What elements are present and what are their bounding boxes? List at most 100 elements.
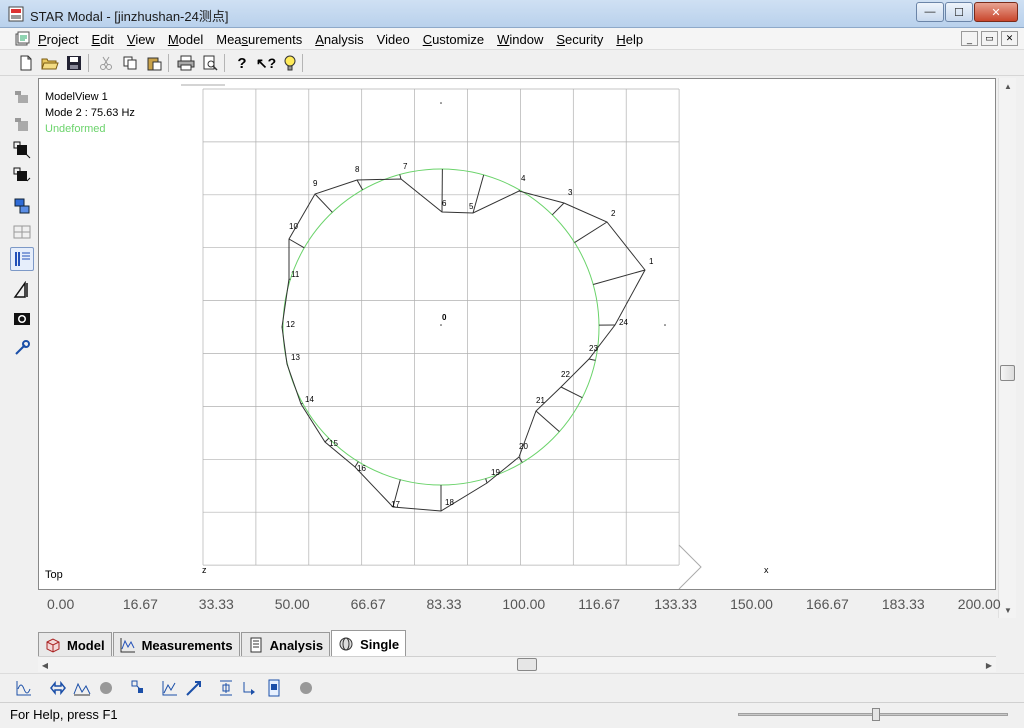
scroll-left-icon[interactable]: ◀	[38, 657, 52, 673]
tab-measurements[interactable]: Measurements	[112, 632, 240, 657]
print-icon[interactable]	[176, 53, 196, 73]
tab-analysis[interactable]: Analysis	[240, 632, 331, 657]
animation-speed-thumb[interactable]	[872, 708, 880, 721]
menu-customize[interactable]: Customize	[423, 32, 484, 47]
record-disabled-icon[interactable]	[296, 678, 316, 698]
rotate-view-icon[interactable]	[10, 194, 34, 218]
help-icon[interactable]: ?	[232, 53, 252, 73]
measurements-chart-icon	[120, 638, 135, 653]
menu-window[interactable]: Window	[497, 32, 543, 47]
node-label: 16	[357, 464, 366, 473]
menu-edit[interactable]: Edit	[91, 32, 113, 47]
horizontal-scroll-thumb[interactable]	[517, 658, 537, 671]
menu-help[interactable]: Help	[616, 32, 643, 47]
single-globe-icon	[339, 637, 353, 651]
displacement-lines	[282, 169, 646, 511]
menu-project[interactable]: Project	[38, 32, 78, 47]
model-drawing[interactable]: z x 1234567891011121314151617 18192021222…	[39, 79, 995, 589]
menu-view[interactable]: View	[127, 32, 155, 47]
cut-icon[interactable]	[96, 53, 116, 73]
vertical-scrollbar[interactable]: ▲ ▼	[998, 78, 1016, 618]
node-label: 14	[305, 395, 314, 404]
status-text: For Help, press F1	[10, 707, 118, 722]
scale-arrow-icon[interactable]	[184, 678, 204, 698]
node-select-icon[interactable]	[128, 678, 148, 698]
node-label: 11	[291, 270, 300, 279]
trace-icon[interactable]	[160, 678, 180, 698]
maximize-button[interactable]: ☐	[945, 2, 973, 22]
tab-single[interactable]: Single	[331, 630, 407, 657]
node-label: 4	[521, 174, 526, 183]
ruler-tick: 133.33	[654, 596, 698, 612]
grid-view-icon[interactable]	[10, 220, 34, 244]
tab-model-label: Model	[67, 637, 105, 653]
context-help-icon[interactable]: ↖?	[256, 53, 276, 73]
ruler-tick: 116.67	[578, 596, 621, 612]
tab-analysis-label: Analysis	[269, 637, 324, 653]
close-button[interactable]: ✕	[974, 2, 1018, 22]
open-folder-icon[interactable]	[40, 53, 60, 73]
model-view-layout-icon[interactable]	[10, 247, 34, 271]
menu-measurements[interactable]: Measurements	[216, 32, 302, 47]
sine-wave-icon[interactable]	[14, 678, 34, 698]
horizontal-scrollbar[interactable]: ◀ ▶	[38, 656, 996, 672]
tab-model[interactable]: Model	[38, 632, 112, 657]
animate-both-icon[interactable]	[48, 678, 68, 698]
node-label: 10	[289, 222, 298, 231]
view-orientation-label: Top	[45, 569, 63, 581]
minimize-button[interactable]: —	[916, 2, 944, 22]
x-axis-arrow-icon	[678, 544, 702, 589]
tab-single-label: Single	[360, 636, 400, 652]
node-label: 23	[589, 344, 598, 353]
print-preview-icon[interactable]	[200, 53, 220, 73]
ruler-tick: 66.67	[350, 596, 386, 612]
menu-model[interactable]: Model	[168, 32, 203, 47]
ruler-tick: 0.00	[47, 596, 75, 612]
vertical-scroll-thumb[interactable]	[1000, 365, 1015, 381]
translate-view-icon[interactable]	[10, 84, 34, 108]
node-label: 19	[491, 468, 500, 477]
menu-video[interactable]: Video	[377, 32, 410, 47]
node-label: 8	[355, 165, 360, 174]
mdi-minimize-button[interactable]: _	[961, 31, 978, 46]
probe-pointer-icon[interactable]	[10, 336, 34, 360]
scroll-down-icon[interactable]: ▼	[999, 602, 1017, 618]
camera-snapshot-icon[interactable]	[10, 306, 34, 330]
paste-icon[interactable]	[144, 53, 164, 73]
animation-toolbar	[0, 673, 1024, 701]
document-icon[interactable]	[14, 31, 30, 47]
perspective-view-icon[interactable]	[10, 278, 34, 302]
scroll-up-icon[interactable]: ▲	[999, 78, 1017, 94]
node-label: 24	[619, 318, 628, 327]
save-icon[interactable]	[64, 53, 84, 73]
node-label: 13	[291, 353, 300, 362]
new-file-icon[interactable]	[16, 53, 36, 73]
copy-icon[interactable]	[120, 53, 140, 73]
zoom-out-view-icon[interactable]	[10, 164, 34, 188]
view-toolbar	[8, 80, 36, 370]
scroll-right-icon[interactable]: ▶	[982, 657, 996, 673]
status-bar: For Help, press F1	[0, 702, 1024, 728]
node-label: 17	[391, 500, 400, 509]
menu-analysis[interactable]: Analysis	[315, 32, 363, 47]
move-view-icon[interactable]	[10, 112, 34, 136]
fit-vertical-icon[interactable]	[216, 678, 236, 698]
node-label: 7	[403, 162, 408, 171]
mdi-restore-button[interactable]: ▭	[981, 31, 998, 46]
model-viewport[interactable]: ModelView 1 Mode 2 : 75.63 Hz Undeformed…	[38, 78, 996, 590]
z-axis-label: z	[202, 565, 207, 575]
sweep-icon[interactable]	[72, 678, 92, 698]
ruler-tick: 183.33	[881, 596, 925, 612]
window-title: STAR Modal - [jinzhushan-24测点]	[30, 9, 229, 24]
stop-disabled-icon[interactable]	[96, 678, 116, 698]
zoom-in-view-icon[interactable]	[10, 138, 34, 162]
tip-bulb-icon[interactable]	[280, 53, 300, 73]
record-frame-icon[interactable]	[264, 678, 284, 698]
menu-security[interactable]: Security	[556, 32, 603, 47]
node-label: 18	[445, 498, 454, 507]
node-label: 5	[469, 202, 474, 211]
mdi-close-button[interactable]: ✕	[1001, 31, 1018, 46]
ruler-tick: 50.00	[274, 596, 310, 612]
step-forward-icon[interactable]	[240, 678, 260, 698]
main-toolbar: ? ↖?	[0, 50, 1024, 76]
